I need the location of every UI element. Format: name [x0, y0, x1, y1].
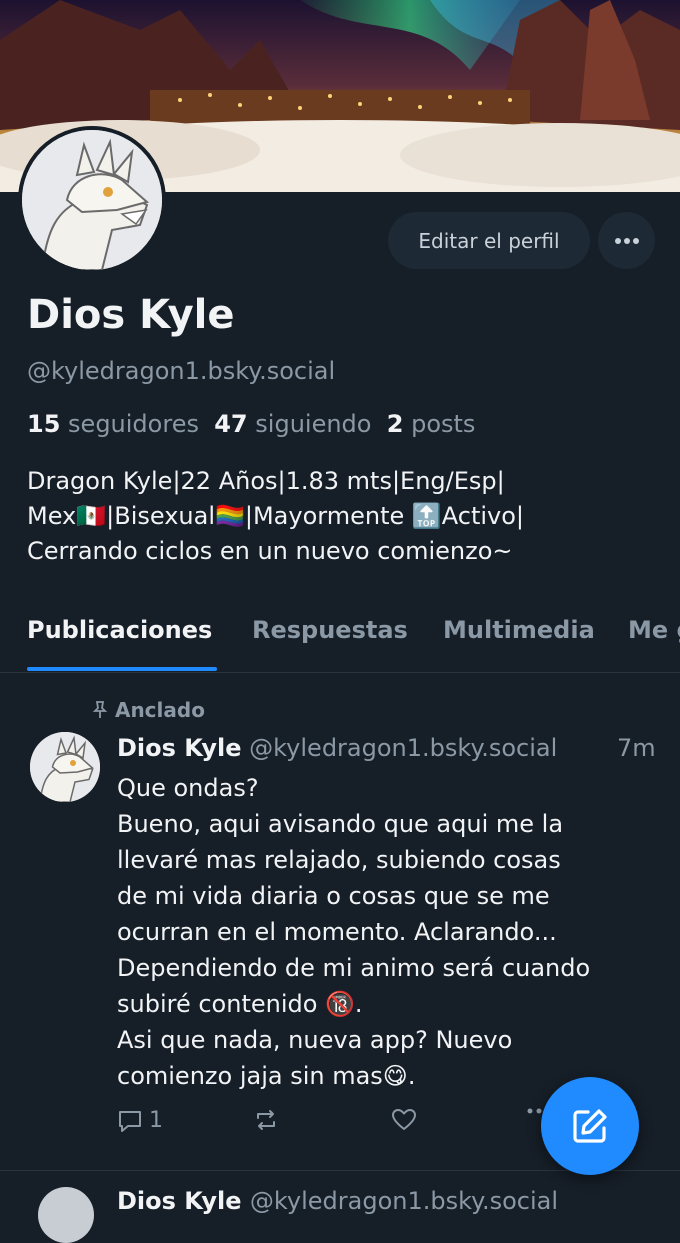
pin-icon — [92, 701, 108, 718]
profile-handle: @kyledragon1.bsky.social — [27, 357, 336, 385]
followers-link[interactable]: 15 seguidores — [27, 410, 199, 438]
reply-icon — [119, 1110, 141, 1132]
pinned-label: Anclado — [114, 698, 205, 722]
tab-multimedia[interactable]: Multimedia — [443, 616, 595, 644]
followers-label: seguidores — [68, 410, 199, 438]
tab-me-gusta[interactable]: Me g — [628, 616, 680, 644]
post-author-handle[interactable]: @kyledragon1.bsky.social — [249, 734, 557, 762]
more-options-button[interactable] — [598, 212, 655, 269]
profile-stats: 15 seguidores 47 siguiendo 2 posts — [27, 410, 475, 438]
following-link[interactable]: 47 siguiendo — [214, 410, 371, 438]
pinned-indicator: Anclado — [92, 698, 205, 722]
profile-avatar[interactable] — [18, 126, 166, 274]
next-post-handle: @kyledragon1.bsky.social — [249, 1187, 558, 1215]
posts-stat: 2 posts — [387, 410, 476, 438]
edit-profile-label: Editar el perfil — [418, 228, 560, 253]
more-icon — [614, 237, 639, 244]
post-timestamp[interactable]: 7m — [617, 734, 656, 762]
next-post-header: Dios Kyle @kyledragon1.bsky.social — [117, 1187, 558, 1215]
post-body: Que ondas? Bueno, aqui avisando que aqui… — [117, 774, 591, 1090]
edit-profile-button[interactable]: Editar el perfil — [388, 212, 590, 269]
profile-tabs: Publicaciones Respuestas Multimedia Me g — [0, 612, 680, 673]
post-author-avatar[interactable] — [30, 732, 100, 802]
following-count: 47 — [214, 410, 248, 438]
like-icon — [392, 1109, 416, 1130]
tab-publicaciones[interactable]: Publicaciones — [27, 616, 212, 644]
followers-count: 15 — [27, 410, 61, 438]
dragon-avatar-image — [22, 130, 162, 270]
profile-bio: Dragon Kyle|22 Años|1.83 mts|Eng/Esp| Me… — [27, 467, 524, 565]
next-post-author: Dios Kyle — [117, 1187, 242, 1215]
following-label: siguiendo — [255, 410, 372, 438]
reply-button[interactable]: 1 — [117, 1108, 163, 1133]
dragon-avatar-small — [30, 732, 100, 802]
repost-button[interactable] — [253, 1108, 279, 1132]
next-post-row[interactable]: Dios Kyle @kyledragon1.bsky.social — [0, 1170, 680, 1243]
next-post-avatar — [38, 1187, 94, 1243]
post-author-name[interactable]: Dios Kyle — [117, 734, 242, 762]
profile-display-name: Dios Kyle — [27, 292, 235, 338]
compose-button[interactable] — [541, 1077, 639, 1175]
compose-icon — [573, 1109, 607, 1143]
tab-respuestas[interactable]: Respuestas — [252, 616, 408, 644]
repost-icon — [257, 1110, 275, 1130]
reply-count: 1 — [149, 1108, 163, 1133]
posts-label: posts — [411, 410, 476, 438]
like-button[interactable] — [391, 1108, 417, 1132]
posts-count: 2 — [386, 410, 404, 438]
active-tab-indicator — [27, 667, 217, 671]
post-header: Dios Kyle @kyledragon1.bsky.social — [117, 734, 557, 762]
